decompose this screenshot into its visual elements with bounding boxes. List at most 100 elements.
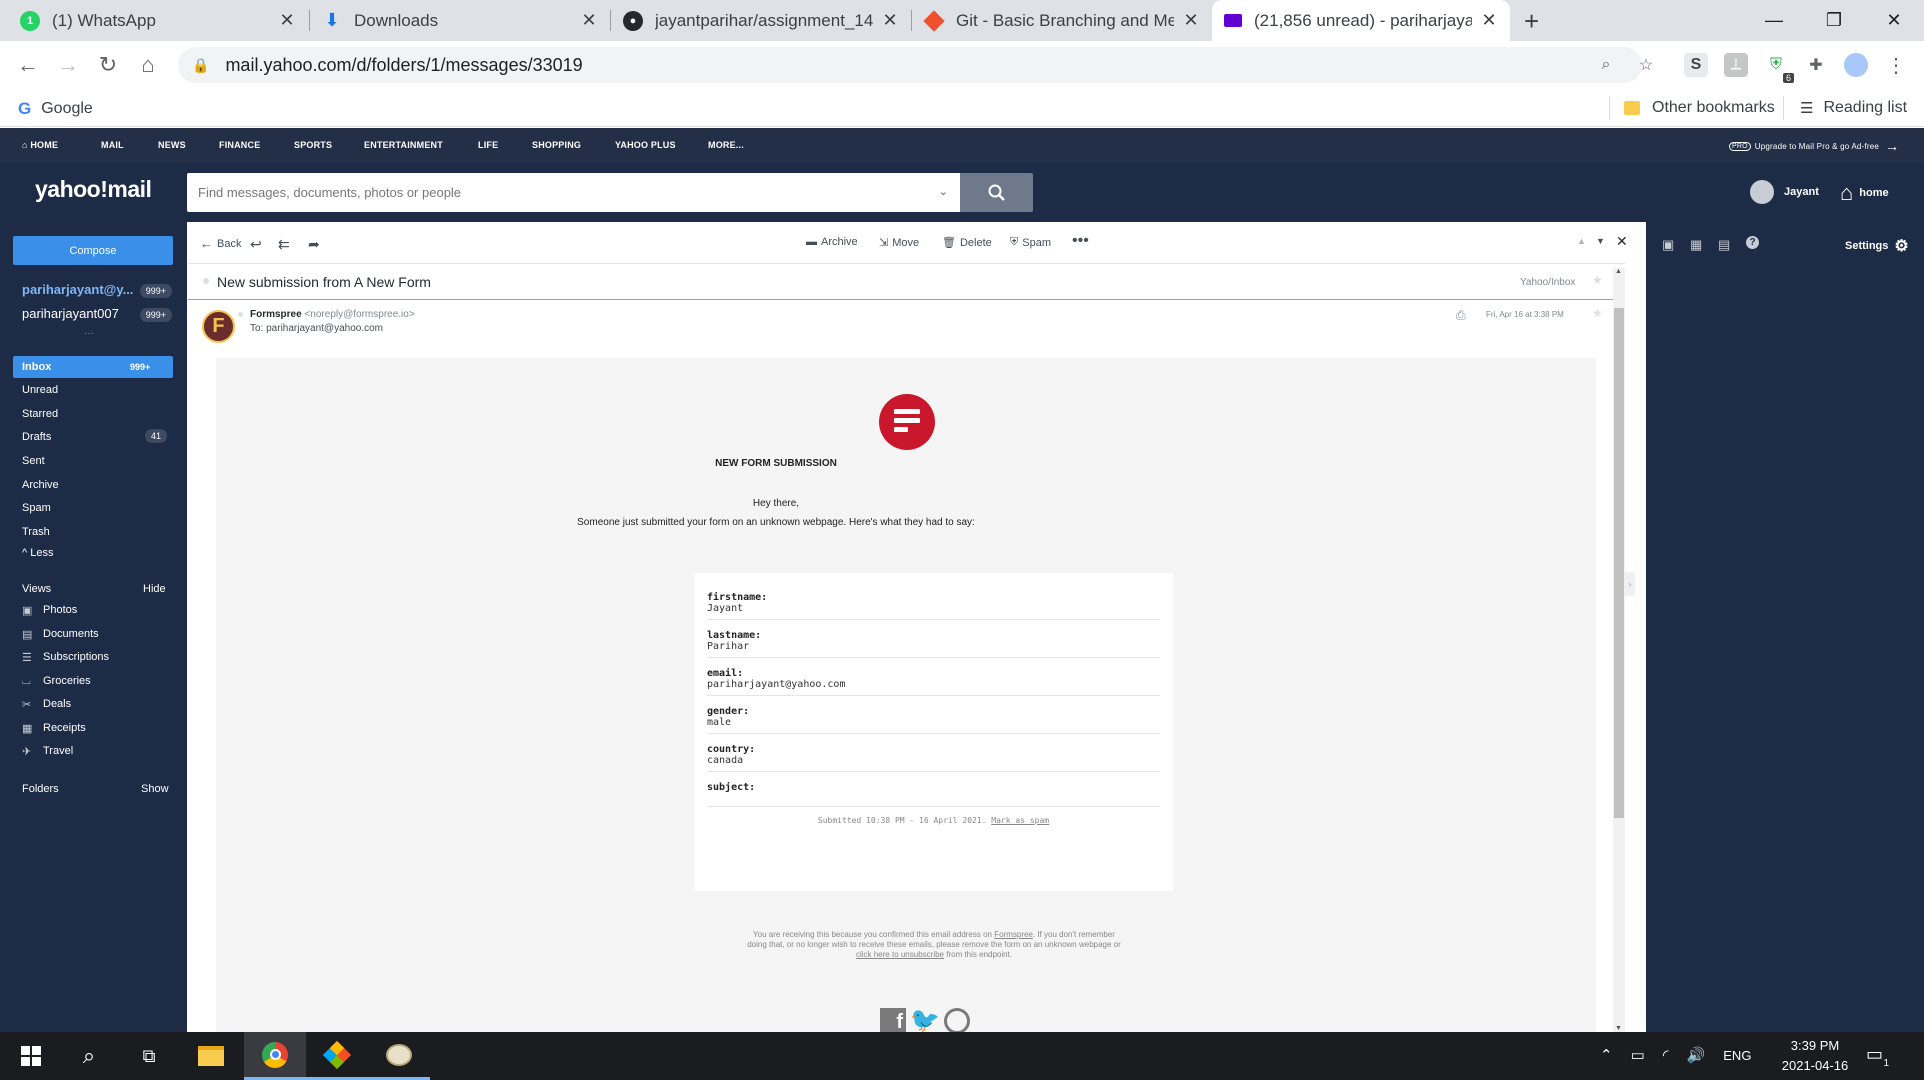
next-message-icon[interactable]: ▼ [1596,236,1605,246]
nav-shopping[interactable]: SHOPPING [532,140,581,150]
home-icon[interactable]: ⌂ [134,51,162,79]
task-view-icon[interactable]: ⧉ [118,1032,180,1080]
view-travel[interactable]: ✈ Travel [22,745,73,758]
compose-button[interactable]: Compose [13,236,173,265]
menu-kebab-icon[interactable]: ⋮ [1884,53,1908,77]
message-scrollbar[interactable]: ▲ ▼ [1613,268,1625,1032]
help-icon[interactable]: ? [1746,236,1759,249]
tab-git-branching[interactable]: Git - Basic Branching and Mergin ✕ [912,0,1212,41]
nav-sports[interactable]: SPORTS [294,140,332,150]
zoom-icon[interactable]: ⌕ [1594,53,1618,77]
settings-button[interactable]: Settings ⚙ [1845,236,1909,256]
more-actions-icon[interactable]: ••• [1072,232,1089,250]
extension-s-icon[interactable]: S [1684,53,1708,77]
close-tab-icon[interactable]: ✕ [1480,10,1498,31]
nav-finance[interactable]: FINANCE [219,140,260,150]
chevron-up-icon[interactable]: ⌃ [1600,1046,1613,1064]
chrome-icon[interactable] [244,1032,306,1080]
nav-home[interactable]: ⌂ HOME [22,140,58,150]
folder-drafts[interactable]: Drafts [22,431,51,443]
views-hide-toggle[interactable]: Hide [143,583,166,595]
folder-archive[interactable]: Archive [22,479,59,491]
chevron-down-icon[interactable]: ⌄ [939,185,948,198]
unsubscribe-link[interactable]: click here to unsubscribe [856,950,944,959]
clock[interactable]: 3:39 PM 2021-04-16 [1775,1036,1855,1076]
previous-message-icon[interactable]: ▲ [1577,236,1586,246]
unread-dot-icon[interactable] [203,278,209,284]
contacts-icon[interactable]: ▣ [1662,237,1674,253]
upgrade-link[interactable]: PRO Upgrade to Mail Pro & go Ad-free → [1729,138,1899,154]
minimize-icon[interactable]: — [1744,0,1804,41]
account-primary[interactable]: pariharjayant@y... [22,282,133,297]
folder-unread[interactable]: Unread [22,384,58,396]
account-secondary[interactable]: pariharjayant007 [22,306,119,321]
start-windows-icon[interactable] [0,1032,62,1080]
nav-entertainment[interactable]: ENTERTAINMENT [364,140,443,150]
close-tab-icon[interactable]: ✕ [881,10,899,31]
language-indicator[interactable]: ENG [1723,1048,1751,1063]
forward-icon[interactable]: ➦ [308,236,320,253]
scrollbar-thumb[interactable] [1614,308,1624,818]
folder-starred[interactable]: Starred [22,408,58,420]
calendar-icon[interactable]: ▦ [1690,237,1702,253]
view-groceries[interactable]: ⌴ Groceries [22,675,91,687]
address-bar[interactable]: 🔒 mail.yahoo.com/d/folders/1/messages/33… [178,47,1642,83]
back-icon[interactable]: ← [14,51,42,79]
bookmark-other[interactable]: Other bookmarks [1624,99,1775,117]
more-accounts-icon[interactable]: … [84,326,94,337]
extension-shield-icon[interactable]: ⛨ 6 [1764,53,1794,83]
view-receipts[interactable]: ▦ Receipts [22,722,86,735]
extension-ruler-icon[interactable]: ⟂ [1724,53,1748,77]
user-menu[interactable]: Jayant [1750,180,1819,204]
view-subscriptions[interactable]: ☰ Subscriptions [22,651,109,664]
folders-show-toggle[interactable]: Show [141,783,169,795]
tab-yahoo-mail[interactable]: (21,856 unread) - pariharjayant@ ✕ [1212,0,1510,41]
nav-yahoo-plus[interactable]: YAHOO PLUS [615,140,676,150]
home-link[interactable]: ⌂ home [1840,180,1889,206]
extensions-puzzle-icon[interactable]: ✚ [1804,53,1828,77]
forward-icon[interactable]: → [54,51,82,79]
formspree-link[interactable]: Formspree [994,930,1033,939]
nav-news[interactable]: NEWS [158,140,186,150]
expand-panel-icon[interactable]: › [1625,572,1635,596]
tab-downloads[interactable]: ⬇ Downloads ✕ [310,0,610,41]
nav-mail[interactable]: MAIL [101,140,124,150]
less-toggle[interactable]: ^ Less [22,547,53,559]
close-message-icon[interactable]: ✕ [1616,233,1628,250]
github-icon[interactable] [943,1007,970,1034]
restore-icon[interactable]: ❐ [1804,0,1864,41]
archive-button[interactable]: ▬ Archive [806,236,858,248]
sender-name[interactable]: Formspree [250,309,302,320]
view-documents[interactable]: ▤ Documents [22,628,99,641]
reload-icon[interactable]: ↻ [94,51,122,79]
search-icon[interactable]: ⌕ [58,1032,120,1080]
yahoo-mail-logo[interactable]: yahoo!mail [35,176,152,203]
folder-trash[interactable]: Trash [22,526,50,538]
move-button[interactable]: ⇲ Move [879,236,919,250]
bookmark-google[interactable]: G Google [18,99,93,119]
star-icon[interactable]: ★ [1592,273,1603,287]
file-explorer-icon[interactable] [180,1032,242,1080]
notifications-icon[interactable]: ▭ 1 [1866,1044,1890,1069]
new-tab-button[interactable]: + [1524,6,1539,37]
notepad-icon[interactable]: ▤ [1718,237,1730,253]
nav-more[interactable]: MORE... [708,140,744,150]
mark-as-spam-link[interactable]: Mark as spam [991,816,1049,825]
search-input[interactable]: Find messages, documents, photos or peop… [187,173,960,212]
close-tab-icon[interactable]: ✕ [1182,10,1200,31]
facebook-icon[interactable]: f [880,1007,906,1034]
paint-icon[interactable] [368,1032,430,1080]
volume-icon[interactable]: 🔊 [1687,1046,1706,1064]
search-button[interactable] [960,173,1033,212]
battery-icon[interactable]: ▭ [1631,1046,1645,1064]
star-icon[interactable]: ★ [1592,306,1603,320]
view-photos[interactable]: ▣ Photos [22,604,77,617]
folder-spam[interactable]: Spam [22,502,51,514]
delete-button[interactable]: 🗑 Delete [942,236,992,250]
nav-life[interactable]: LIFE [478,140,498,150]
wifi-icon[interactable]: ◜ [1663,1046,1669,1064]
back-button[interactable]: ← Back [200,236,241,251]
close-window-icon[interactable]: ✕ [1864,0,1924,41]
tab-github[interactable]: ● jayantparihar/assignment_14 ✕ [611,0,911,41]
print-icon[interactable]: ⎙ [1456,308,1466,323]
